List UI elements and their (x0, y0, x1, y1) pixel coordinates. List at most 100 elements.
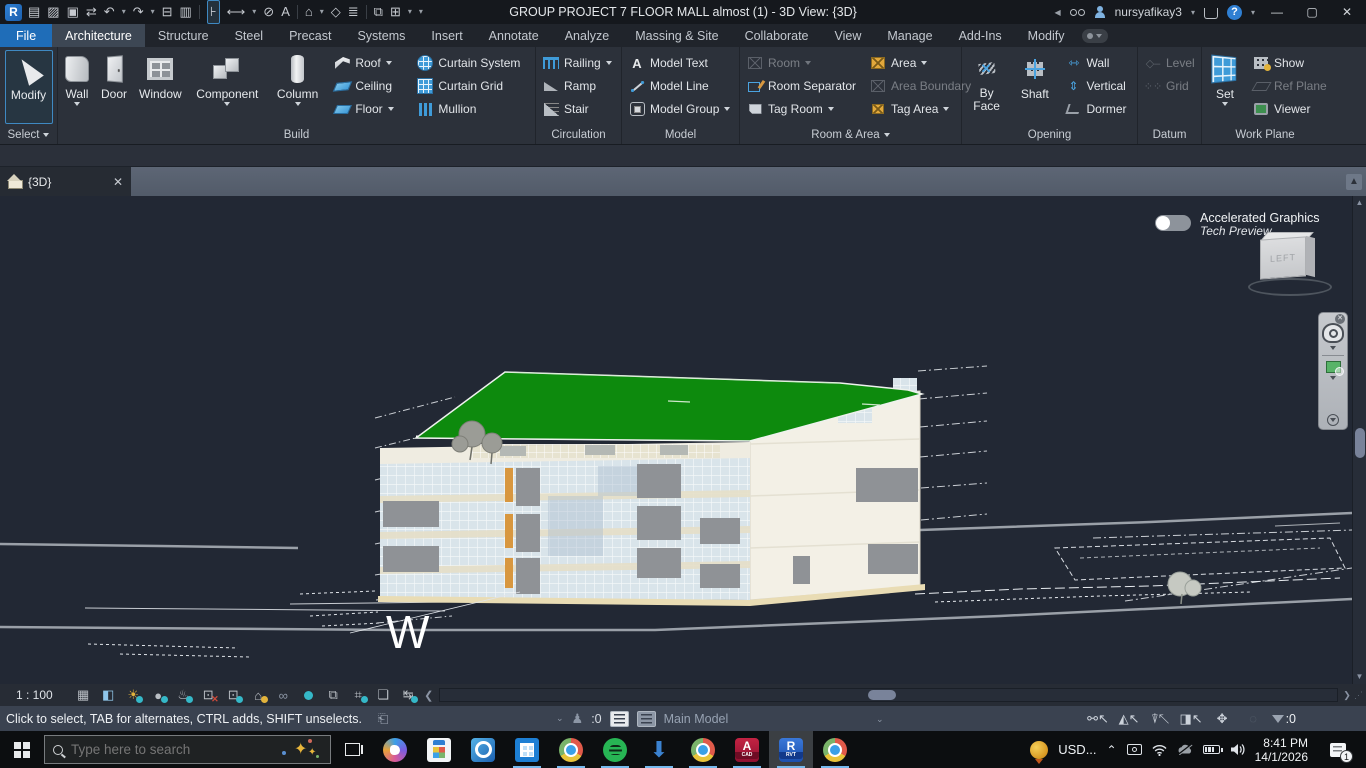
tab-insert[interactable]: Insert (418, 24, 475, 47)
close-view-icon[interactable]: ✕ (113, 175, 123, 189)
tab-annotate[interactable]: Annotate (476, 24, 552, 47)
ribbon-display-options-icon[interactable] (1082, 29, 1108, 43)
select-underlay-elements-icon[interactable]: ◭↖ (1117, 711, 1142, 727)
door-button[interactable]: Door (98, 50, 130, 103)
dimension-dropdown-icon[interactable]: ▾ (252, 1, 256, 23)
revit-app-icon[interactable]: R (5, 4, 22, 21)
grid-button[interactable]: ⁘⁘Grid (1142, 75, 1198, 97)
store-cart-icon[interactable] (1204, 8, 1218, 19)
zoom-tool-icon[interactable] (1326, 361, 1341, 373)
task-view-button[interactable] (331, 731, 373, 768)
scroll-up-icon[interactable]: ▲ (1353, 196, 1366, 210)
minimize-button[interactable]: — (1264, 5, 1290, 19)
building-model-3d-view[interactable]: W (0, 196, 1352, 684)
area-boundary-button[interactable]: Area Boundary (867, 75, 963, 97)
set-work-plane-button[interactable]: Set (1206, 50, 1244, 108)
tab-analyze[interactable]: Analyze (552, 24, 622, 47)
switch-dropdown-icon[interactable]: ▾ (408, 1, 412, 23)
taskbar-search[interactable]: ✦✦ (44, 735, 331, 764)
model-group-button[interactable]: Model Group (626, 98, 733, 120)
ref-plane-button[interactable]: Ref Plane (1250, 75, 1324, 97)
print-icon[interactable]: ⊟ (162, 1, 173, 23)
ceiling-button[interactable]: Ceiling (331, 75, 408, 97)
west-elevation-marker[interactable]: W (386, 606, 430, 658)
tag-area-button[interactable]: Tag Area (867, 98, 963, 120)
hidden-icons-chevron[interactable]: ⌃ (1107, 743, 1117, 757)
reveal-hidden-elements-icon[interactable] (296, 685, 321, 705)
tab-view[interactable]: View (822, 24, 875, 47)
displacement-sets-icon[interactable]: ❏ (371, 685, 396, 705)
modify-button[interactable]: Modify (5, 50, 53, 124)
help-icon[interactable]: ? (1227, 5, 1242, 20)
drawing-area[interactable]: W Accelerated Graphics Tech Preview LEFT… (0, 196, 1366, 684)
onedrive-paused-icon[interactable] (1177, 744, 1193, 755)
model-line-button[interactable]: Model Line (626, 75, 733, 97)
crop-view-icon[interactable]: ⊡✕ (196, 685, 221, 705)
wall-opening-button[interactable]: ⇿Wall (1062, 52, 1133, 74)
taskbar-app-autocad[interactable]: ACAD (725, 731, 769, 768)
battery-icon[interactable] (1203, 745, 1220, 754)
sheet-icon[interactable]: ▥ (180, 1, 192, 23)
viewbar-collapse-icon[interactable]: ❮ (421, 689, 437, 702)
help-dropdown-icon[interactable]: ▾ (1251, 8, 1255, 17)
open-icon[interactable]: ▨ (47, 1, 59, 23)
ramp-button[interactable]: Ramp (540, 75, 615, 97)
column-button[interactable]: Column (270, 50, 325, 108)
view-scale-button[interactable]: 1 : 100 (0, 688, 71, 702)
viewcube-compass-ring[interactable] (1248, 278, 1332, 296)
qat-customize-icon[interactable]: ▾ (419, 1, 423, 23)
section-icon[interactable]: ◇ (331, 1, 341, 23)
detail-level-icon[interactable]: ▦ (71, 685, 96, 705)
close-hidden-icon[interactable]: ⧉ (374, 1, 383, 23)
zoom-dropdown-icon[interactable] (1330, 376, 1336, 380)
accelerated-graphics-toggle[interactable] (1155, 215, 1191, 231)
taskbar-app-chrome-3[interactable] (813, 731, 857, 768)
status-chevron-icon[interactable]: ⌄ (556, 713, 564, 724)
floor-button[interactable]: Floor (331, 98, 408, 120)
tab-bar-collapse-icon[interactable]: ▲ (1346, 174, 1362, 190)
user-avatar-icon[interactable] (1094, 6, 1106, 18)
taskbar-app-education[interactable] (505, 731, 549, 768)
curtain-grid-button[interactable]: Curtain Grid (414, 75, 531, 97)
railing-button[interactable]: Railing (540, 52, 615, 74)
measure-tool-icon[interactable]: ⊦ (207, 0, 220, 24)
select-elements-by-face-icon[interactable]: ◨↖ (1179, 711, 1204, 727)
viewcube-front-face[interactable]: LEFT (1260, 236, 1306, 279)
locked-3d-view-icon[interactable]: ⌂ (246, 685, 271, 705)
tab-precast[interactable]: Precast (276, 24, 344, 47)
taskbar-app-chrome-2[interactable] (681, 731, 725, 768)
tab-massing-site[interactable]: Massing & Site (622, 24, 731, 47)
search-input[interactable] (71, 742, 231, 757)
dormer-opening-button[interactable]: Dormer (1062, 98, 1133, 120)
tab-systems[interactable]: Systems (344, 24, 418, 47)
undo-icon[interactable]: ↶ (104, 1, 115, 23)
taskbar-app-store[interactable] (417, 731, 461, 768)
cast-icon[interactable] (1127, 744, 1142, 755)
roof-button[interactable]: Roof (331, 52, 408, 74)
taskbar-app-downloads[interactable]: ⬇ (637, 731, 681, 768)
text-icon[interactable]: A (281, 1, 290, 23)
workset-dropdown-icon[interactable]: ⌄ (876, 714, 884, 725)
tag-icon[interactable]: ⊘ (263, 1, 274, 23)
default-3d-view-icon[interactable]: ⌂ (305, 1, 313, 23)
horizontal-scrollbar[interactable] (439, 688, 1338, 702)
redo-dropdown-icon[interactable]: ▾ (151, 1, 155, 23)
tab-structure[interactable]: Structure (145, 24, 222, 47)
window-button[interactable]: Window (136, 50, 185, 103)
active-workset-name[interactable]: Main Model (664, 712, 729, 726)
close-button[interactable]: ✕ (1334, 5, 1360, 19)
drag-elements-icon[interactable]: ✥ (1210, 711, 1235, 727)
reveal-constraints-icon[interactable]: ↹ (396, 685, 421, 705)
navbar-close-icon[interactable]: ✕ (1335, 314, 1345, 324)
editable-only-icon[interactable]: ♟ (572, 711, 584, 727)
currency-widget-label[interactable]: USD... (1058, 742, 1096, 757)
select-links-icon[interactable]: ⚯↖ (1086, 711, 1111, 727)
component-button[interactable]: Component (191, 50, 264, 108)
viewcube-side-face[interactable] (1306, 236, 1315, 277)
panel-label-select[interactable]: Select (0, 126, 57, 144)
tab-manage[interactable]: Manage (874, 24, 945, 47)
tab-collaborate[interactable]: Collaborate (732, 24, 822, 47)
scroll-down-icon[interactable]: ▼ (1353, 670, 1366, 684)
properties-icon[interactable]: ▤ (28, 1, 40, 23)
tab-file[interactable]: File (0, 24, 52, 47)
